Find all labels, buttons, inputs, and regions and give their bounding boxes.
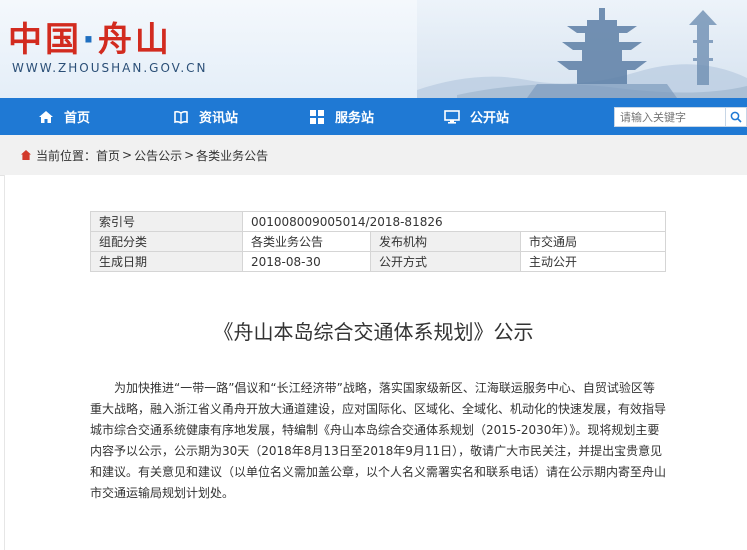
book-icon: [174, 110, 188, 124]
search-input[interactable]: [614, 107, 726, 127]
nav-item-label: 公开站: [470, 111, 510, 126]
meta-value-date: 2018-08-30: [242, 251, 371, 272]
article-title: 《舟山本岛综合交通体系规划》公示: [213, 320, 534, 344]
meta-label-index: 索引号: [90, 211, 243, 232]
monitor-icon: [444, 109, 460, 124]
site-url: WWW.ZHOUSHAN.GOV.CN: [12, 61, 208, 75]
article-body: 为加快推进“一带一路”倡议和“长江经济带”战略，落实国家级新区、江海联运服务中心…: [90, 381, 667, 500]
meta-label-date: 生成日期: [90, 251, 243, 272]
meta-label-publisher: 发布机构: [370, 231, 521, 252]
search-icon: [730, 111, 742, 123]
breadcrumb-prefix: 当前位置：: [36, 148, 97, 163]
nav-item-public[interactable]: 公开站: [444, 98, 509, 135]
breadcrumb-home[interactable]: 首页: [96, 147, 120, 164]
breadcrumb-business-notices[interactable]: 各类业务公告: [196, 147, 268, 164]
site-header: 中国·舟山 WWW.ZHOUSHAN.GOV.CN: [0, 0, 747, 98]
table-row: 生成日期 2018-08-30 公开方式 主动公开: [90, 251, 666, 272]
breadcrumb-announcements[interactable]: 公告公示: [134, 147, 182, 164]
search-button[interactable]: [726, 107, 747, 127]
home-icon: [39, 110, 53, 123]
location-home-icon: [21, 150, 31, 160]
meta-value-index: 001008009005014/2018-81826: [242, 211, 666, 232]
nav-item-news[interactable]: 资讯站: [173, 98, 238, 135]
site-logo-title[interactable]: 中国·舟山: [8, 12, 172, 61]
nav-item-label: 资讯站: [199, 111, 239, 126]
nav-item-label: 服务站: [335, 111, 375, 126]
nav-item-home[interactable]: 首页: [38, 98, 90, 135]
breadcrumb: 当前位置： 首页 > 公告公示 > 各类业务公告: [0, 135, 747, 176]
breadcrumb-separator: >: [184, 148, 195, 162]
pagoda-banner-illustration: [417, 0, 747, 98]
table-row: 组配分类 各类业务公告 发布机构 市交通局: [90, 231, 666, 252]
site-title-china: 中国: [8, 20, 82, 60]
table-row: 索引号 001008009005014/2018-81826: [90, 211, 666, 232]
meta-value-mode: 主动公开: [520, 251, 666, 272]
breadcrumb-separator: >: [122, 148, 133, 162]
grid-icon: [310, 109, 324, 124]
nav-item-label: 首页: [64, 111, 91, 126]
nav-item-service[interactable]: 服务站: [309, 98, 374, 135]
site-title-zhoushan: 舟山: [97, 20, 172, 60]
document-meta-table: 索引号 001008009005014/2018-81826 组配分类 各类业务…: [90, 211, 666, 272]
meta-label-mode: 公开方式: [370, 251, 521, 272]
meta-label-category: 组配分类: [90, 231, 243, 252]
meta-value-category: 各类业务公告: [242, 231, 371, 252]
meta-value-publisher: 市交通局: [520, 231, 666, 252]
site-title-dot: ·: [82, 20, 98, 60]
